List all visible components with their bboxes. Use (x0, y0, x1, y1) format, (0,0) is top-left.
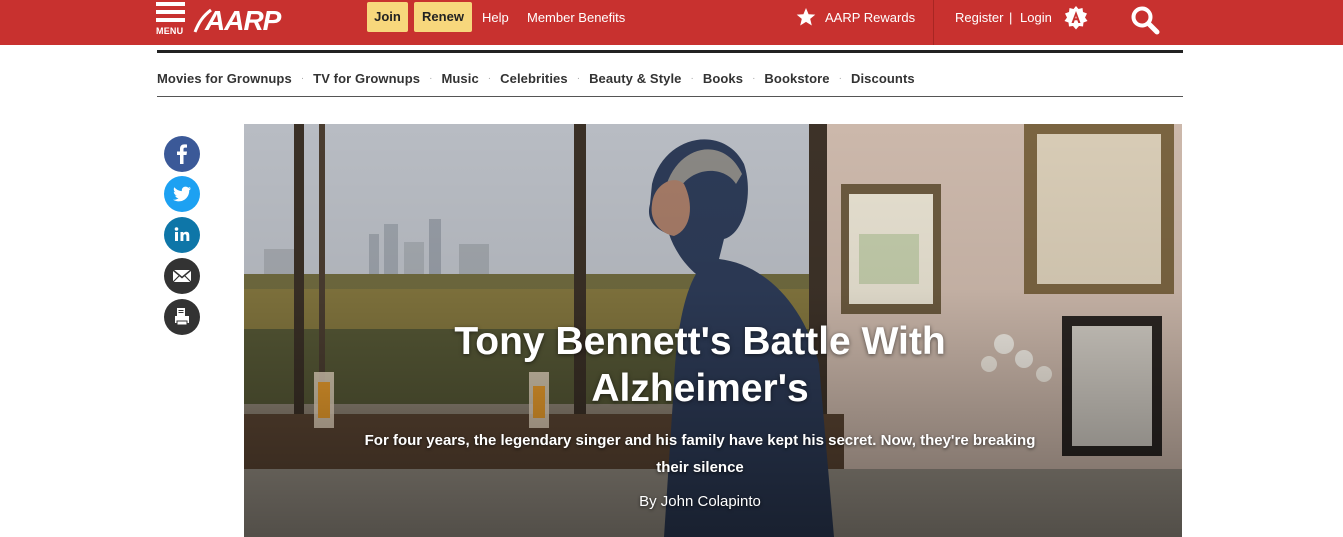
subnav-item-discounts[interactable]: Discounts (851, 71, 915, 86)
article-headline: Tony Bennett's Battle With Alzheimer's (454, 320, 946, 410)
subnav-separator: · (838, 72, 842, 84)
menu-icon (156, 2, 185, 6)
subnav-separator: · (300, 72, 305, 84)
top-navigation-bar: MENU AARP Join Renew Help Member Benefit… (0, 0, 1343, 45)
subnav-bottom-rule (157, 96, 1183, 97)
entertainment-subnav: Movies for Grownups · TV for Grownups · … (157, 69, 915, 87)
subnav-item-music[interactable]: Music (441, 71, 478, 86)
help-link[interactable]: Help (482, 10, 509, 25)
share-linkedin-button[interactable] (164, 217, 200, 253)
subnav-item-bookstore[interactable]: Bookstore (764, 71, 829, 86)
member-benefits-link[interactable]: Member Benefits (527, 10, 625, 25)
register-link[interactable]: Register (955, 10, 1003, 25)
star-icon[interactable] (796, 7, 816, 27)
login-link[interactable]: Login (1020, 10, 1052, 25)
subnav-item-books[interactable]: Books (703, 71, 743, 86)
subnav-item-tv-for-grownups[interactable]: TV for Grownups (313, 71, 420, 86)
article-dek: For four years, the legendary singer and… (364, 432, 1036, 476)
subnav-separator: · (487, 72, 492, 84)
logo-text: AARP (205, 5, 281, 36)
search-icon[interactable] (1130, 5, 1162, 37)
linkedin-icon (174, 227, 190, 241)
header-divider (933, 0, 934, 45)
share-print-button[interactable] (164, 299, 200, 335)
subnav-item-celebrities[interactable]: Celebrities (500, 71, 568, 86)
share-facebook-button[interactable] (164, 136, 200, 172)
subnav-separator: · (429, 72, 433, 84)
email-icon (172, 269, 192, 283)
subnav-separator: · (752, 72, 756, 84)
subnav-separator: · (576, 72, 581, 84)
subnav-item-beauty-style[interactable]: Beauty & Style (589, 71, 681, 86)
login-icon[interactable] (1063, 5, 1089, 31)
menu-button[interactable]: MENU (155, 2, 187, 36)
aarp-rewards-link[interactable]: AARP Rewards (825, 10, 915, 25)
join-button[interactable]: Join (367, 2, 408, 32)
menu-label: MENU (156, 26, 184, 36)
hero-image: Tony Bennett's Battle With Alzheimer's F… (244, 124, 1182, 537)
register-login-separator: | (1009, 10, 1013, 25)
renew-button[interactable]: Renew (414, 2, 472, 32)
article-byline[interactable]: By John Colapinto (544, 493, 856, 510)
subnav-separator: · (690, 72, 694, 84)
share-email-button[interactable] (164, 258, 200, 294)
facebook-icon (177, 144, 187, 164)
menu-icon-bar (156, 18, 185, 22)
twitter-icon (173, 186, 191, 202)
print-icon (175, 308, 189, 326)
subnav-item-movies-for-grownups[interactable]: Movies for Grownups (157, 71, 292, 86)
share-twitter-button[interactable] (164, 176, 200, 212)
menu-icon-bar (156, 10, 185, 14)
subnav-top-rule (157, 50, 1183, 53)
